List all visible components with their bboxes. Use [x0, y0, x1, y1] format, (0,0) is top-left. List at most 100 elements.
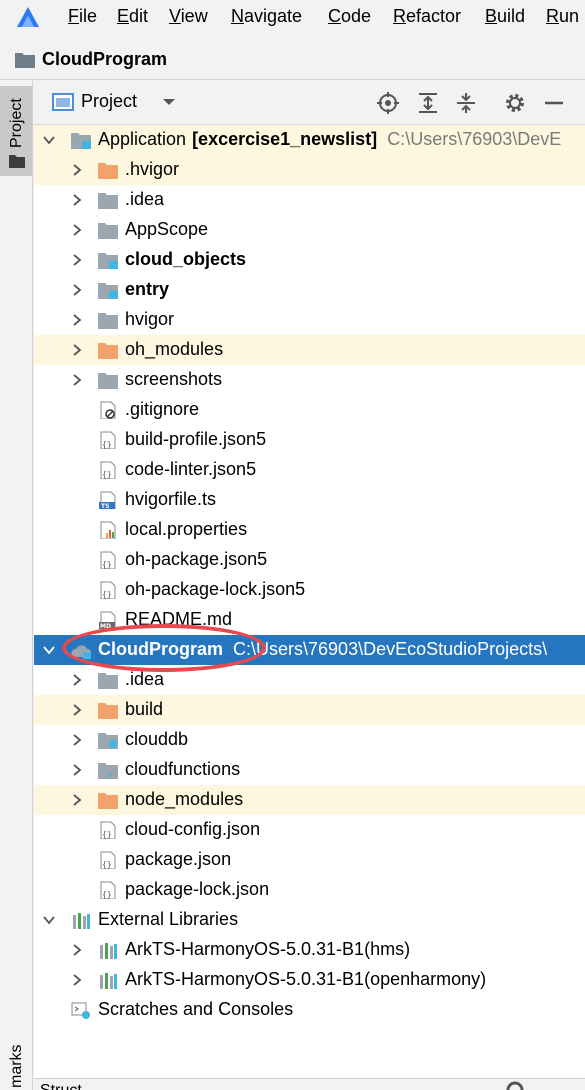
tree-row-entry[interactable]: entry	[34, 275, 585, 305]
tree-row-idea[interactable]: .idea	[34, 665, 585, 695]
tree-item-name: node_modules	[125, 789, 244, 809]
tree-item-name: package.json	[125, 849, 232, 869]
tree-item-label: .gitignore	[125, 399, 199, 420]
tree-row-scratches-and-consoles[interactable]: Scratches and Consoles	[34, 995, 585, 1025]
module-folder-icon	[98, 283, 118, 299]
chevron-down-icon[interactable]	[42, 643, 56, 657]
gear-icon[interactable]	[503, 91, 527, 115]
tree-row-build[interactable]: build	[34, 695, 585, 725]
tree-row-hvigor[interactable]: hvigor	[34, 305, 585, 335]
tree-item-label: package-lock.json	[125, 879, 269, 900]
menu-build[interactable]: Build	[485, 6, 525, 27]
tree-row-build-profile-json5[interactable]: {} build-profile.json5	[34, 425, 585, 455]
folder-icon	[98, 373, 118, 389]
tree-row-node-modules[interactable]: node_modules	[34, 785, 585, 815]
tree-row-cloud-config-json[interactable]: {} cloud-config.json	[34, 815, 585, 845]
tree-row-code-linter-json5[interactable]: {} code-linter.json5	[34, 455, 585, 485]
chevron-right-icon[interactable]	[70, 343, 84, 357]
chevron-right-icon[interactable]	[70, 703, 84, 717]
cloudfunctions-folder-icon: f	[98, 763, 118, 779]
chevron-right-icon[interactable]	[70, 763, 84, 777]
project-view-selector[interactable]: Project	[81, 91, 137, 112]
scratches-icon	[71, 1002, 90, 1019]
tree-row-idea[interactable]: .idea	[34, 185, 585, 215]
tree-row-hvigorfile-ts[interactable]: TS hvigorfile.ts	[34, 485, 585, 515]
deveco-logo-icon[interactable]	[15, 5, 41, 31]
menu-refactor[interactable]: Refactor	[393, 6, 461, 27]
chevron-right-icon[interactable]	[70, 223, 84, 237]
tool-window-tab-bookmarks-label[interactable]: marks	[8, 1044, 26, 1088]
folder-icon	[98, 673, 118, 689]
module-folder-icon	[71, 133, 91, 149]
tree-item-name: External Libraries	[98, 909, 239, 929]
chevron-down-icon[interactable]	[42, 133, 56, 147]
json-file-icon: {}	[100, 581, 116, 599]
locate-icon[interactable]	[376, 91, 400, 115]
hide-panel-icon[interactable]	[542, 91, 566, 115]
tree-item-label: Application [excercise1_newslist] C:\Users…	[98, 129, 561, 150]
menu-navigate[interactable]: Navigate	[231, 6, 302, 27]
chevron-right-icon[interactable]	[70, 283, 84, 297]
tree-row-arkts-harmonyos-5-0-31-b1-hms[interactable]: ArkTS-HarmonyOS-5.0.31-B1(hms)	[34, 935, 585, 965]
menu-view[interactable]: View	[169, 6, 208, 27]
chevron-right-icon[interactable]	[70, 193, 84, 207]
project-panel: Project Application [excercise1_newslist]…	[34, 81, 585, 1081]
tree-row-external-libraries[interactable]: External Libraries	[34, 905, 585, 935]
chevron-right-icon[interactable]	[70, 793, 84, 807]
tree-row-package-json[interactable]: {} package.json	[34, 845, 585, 875]
chevron-down-icon[interactable]	[42, 913, 56, 927]
project-view-icon	[52, 93, 74, 111]
collapse-all-icon[interactable]	[454, 91, 478, 115]
module-folder-icon	[98, 253, 118, 269]
expand-all-icon[interactable]	[416, 91, 440, 115]
tree-row-appscope[interactable]: AppScope	[34, 215, 585, 245]
structure-tab-label[interactable]: Struct	[40, 1082, 82, 1090]
tree-row-clouddb[interactable]: clouddb	[34, 725, 585, 755]
tree-item-name: screenshots	[125, 369, 223, 389]
chevron-right-icon[interactable]	[70, 373, 84, 387]
tree-row-gitignore[interactable]: .gitignore	[34, 395, 585, 425]
chevron-right-icon[interactable]	[70, 163, 84, 177]
chevron-right-icon[interactable]	[70, 943, 84, 957]
tree-row-local-properties[interactable]: local.properties	[34, 515, 585, 545]
svg-text:TS: TS	[101, 503, 109, 509]
gear-icon[interactable]	[505, 1080, 525, 1090]
chevron-right-icon[interactable]	[70, 253, 84, 267]
json-file-icon: {}	[100, 881, 116, 899]
breadcrumb-item-cloudprogram[interactable]: CloudProgram	[42, 49, 167, 70]
tree-item-name: README.md	[125, 609, 233, 629]
json-file-icon: {}	[100, 821, 116, 839]
menu-code[interactable]: Code	[328, 6, 371, 27]
tool-window-tab-project-label: Project	[8, 98, 25, 148]
menu-edit[interactable]: Edit	[117, 6, 148, 27]
tree-item-name: cloud_objects	[125, 249, 247, 269]
menu-run[interactable]: Run	[546, 6, 579, 27]
tree-item-label: oh_modules	[125, 339, 223, 360]
project-tree: Application [excercise1_newslist] C:\Users…	[34, 125, 585, 1065]
tree-row-arkts-harmonyos-5-0-31-b1-openharmony[interactable]: ArkTS-HarmonyOS-5.0.31-B1(openharmony)	[34, 965, 585, 995]
chevron-right-icon[interactable]	[70, 733, 84, 747]
tree-row-cloud-objects[interactable]: cloud_objects	[34, 245, 585, 275]
library-icon	[100, 943, 117, 959]
tree-item-label: ArkTS-HarmonyOS-5.0.31-B1(hms)	[125, 939, 410, 960]
tree-row-oh-package-lock-json5[interactable]: {} oh-package-lock.json5	[34, 575, 585, 605]
tree-row-hvigor[interactable]: .hvigor	[34, 155, 585, 185]
tree-row-cloudfunctions[interactable]: f cloudfunctions	[34, 755, 585, 785]
tree-item-label: cloud-config.json	[125, 819, 260, 840]
chevron-right-icon[interactable]	[70, 673, 84, 687]
svg-text:{}: {}	[102, 590, 112, 599]
tree-row-oh-package-json5[interactable]: {} oh-package.json5	[34, 545, 585, 575]
tree-row-screenshots[interactable]: screenshots	[34, 365, 585, 395]
tree-row-cloudprogram[interactable]: CloudProgram C:\Users\76903\DevEcoStudioP…	[34, 635, 585, 665]
tree-row-package-lock-json[interactable]: {} package-lock.json	[34, 875, 585, 905]
menu-file[interactable]: File	[68, 6, 97, 27]
tree-row-readme-md[interactable]: MD README.md	[34, 605, 585, 635]
chevron-right-icon[interactable]	[70, 313, 84, 327]
chevron-right-icon[interactable]	[70, 973, 84, 987]
excluded-folder-icon	[98, 343, 118, 359]
chevron-down-icon[interactable]	[162, 97, 176, 107]
tree-row-application[interactable]: Application [excercise1_newslist] C:\Users…	[34, 125, 585, 155]
tree-row-oh-modules[interactable]: oh_modules	[34, 335, 585, 365]
tree-item-label: README.md	[125, 609, 232, 630]
tree-item-name: ArkTS-HarmonyOS-5.0.31-B1(openharmony)	[125, 969, 487, 989]
